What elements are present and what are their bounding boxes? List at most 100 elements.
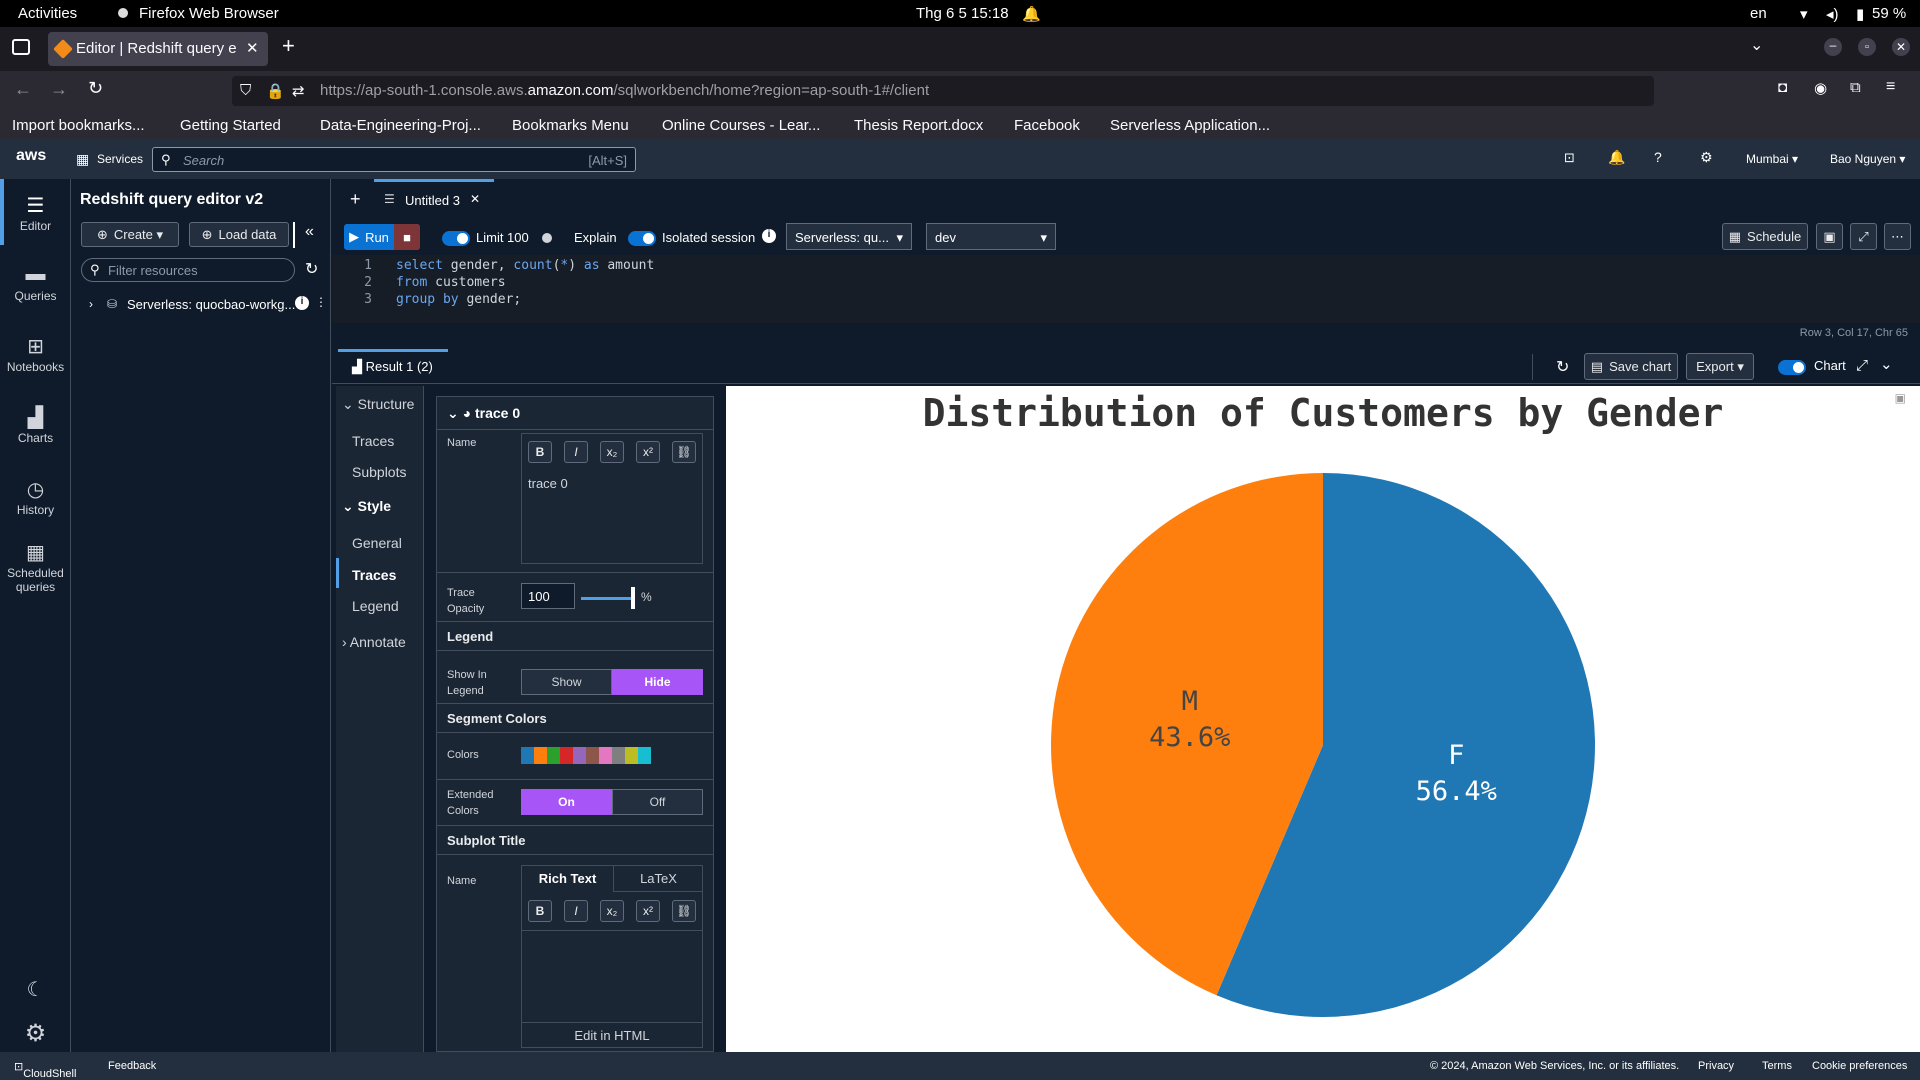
minimize-icon[interactable]: – <box>1824 38 1842 56</box>
off-option[interactable]: Off <box>612 789 703 815</box>
settings-gear-icon[interactable]: ⚙ <box>0 1019 71 1048</box>
services-grid-icon[interactable]: ▦ <box>76 151 89 168</box>
color-swatches[interactable] <box>521 747 651 764</box>
battery-icon[interactable]: ▮ <box>1856 5 1864 23</box>
stop-icon[interactable]: ■ <box>394 224 420 250</box>
dark-mode-icon[interactable]: ☾ <box>0 977 71 1002</box>
trace-name-editor[interactable]: B I x₂ x² ⛓ trace 0 <box>521 433 703 564</box>
cookie-preferences-link[interactable]: Cookie preferences <box>1812 1060 1907 1072</box>
nav-general[interactable]: General <box>352 535 402 551</box>
list-tabs-icon[interactable]: ⌄ <box>1750 35 1763 55</box>
link-icon[interactable]: ⛓ <box>672 441 696 463</box>
subscript-button[interactable]: x₂ <box>600 900 624 922</box>
nav-subplots[interactable]: Subplots <box>352 464 406 480</box>
fullscreen-icon[interactable]: ⤢ <box>1850 223 1877 250</box>
opacity-input[interactable]: 100 <box>521 583 575 609</box>
style-section[interactable]: ⌄ Style <box>342 498 391 515</box>
show-option[interactable]: Show <box>521 669 612 695</box>
rail-scheduled-queries[interactable]: ▦ Scheduled queries <box>0 540 71 594</box>
isolated-session-toggle[interactable] <box>628 231 656 246</box>
volume-icon[interactable]: ◂) <box>1826 5 1839 23</box>
query-tab-untitled[interactable]: Untitled 3 <box>405 193 460 208</box>
explain-toggle[interactable] <box>542 233 552 243</box>
color-swatch[interactable] <box>625 747 638 764</box>
back-icon[interactable]: ← <box>14 79 32 100</box>
structure-section[interactable]: ⌄ Structure <box>342 396 414 413</box>
export-button[interactable]: Export ▾ <box>1686 353 1754 380</box>
rail-queries[interactable]: ▬ Queries <box>0 263 71 303</box>
color-swatch[interactable] <box>521 747 534 764</box>
close-tab-icon[interactable]: ✕ <box>246 39 259 57</box>
nav-structure-traces[interactable]: Traces <box>352 433 394 449</box>
clock[interactable]: Thg 6 5 15:18 <box>916 5 1009 22</box>
superscript-button[interactable]: x² <box>636 900 660 922</box>
account-icon[interactable]: ◉ <box>1814 79 1827 97</box>
app-name[interactable]: Firefox Web Browser <box>139 5 279 22</box>
aws-search-input[interactable]: ⚲ Search [Alt+S] <box>152 147 636 172</box>
tree-item-serverless[interactable]: Serverless: quocbao-workg... <box>127 297 295 312</box>
latex-tab[interactable]: LaTeX <box>613 866 703 892</box>
annotate-section[interactable]: › Annotate <box>342 634 406 650</box>
subplot-name-editor[interactable]: Rich Text LaTeX B I x₂ x² ⛓ Edit in HTML <box>521 865 703 1048</box>
color-swatch[interactable] <box>560 747 573 764</box>
limit-toggle[interactable] <box>442 231 470 246</box>
nav-legend[interactable]: Legend <box>352 598 399 614</box>
rail-editor[interactable]: ☰ Editor <box>0 193 71 233</box>
bold-button[interactable]: B <box>528 900 552 922</box>
info-icon[interactable]: i <box>762 229 776 243</box>
save-chart-button[interactable]: ▤ Save chart <box>1584 353 1678 380</box>
reload-icon[interactable]: ↻ <box>88 78 103 99</box>
shield-icon[interactable]: ⛉ <box>240 82 251 99</box>
services-menu[interactable]: Services <box>97 152 143 166</box>
pocket-icon[interactable]: ◘ <box>1778 79 1787 96</box>
activities-button[interactable]: Activities <box>18 5 77 22</box>
extended-colors-toggle[interactable]: On Off <box>521 789 703 815</box>
rail-charts[interactable]: ▟ Charts <box>0 405 71 445</box>
workgroup-select[interactable]: Serverless: qu... ▾ <box>786 223 912 250</box>
color-swatch[interactable] <box>586 747 599 764</box>
menu-icon[interactable]: ≡ <box>1886 78 1895 96</box>
bookmark-serverless[interactable]: Serverless Application... <box>1110 117 1270 134</box>
chart-toggle[interactable] <box>1778 360 1806 375</box>
bookmark-data-engineering[interactable]: Data-Engineering-Proj... <box>320 117 481 134</box>
trace-header[interactable]: ⌄ ◕ trace 0 <box>447 405 520 422</box>
refresh-icon[interactable]: ↻ <box>305 259 318 279</box>
color-swatch[interactable] <box>638 747 651 764</box>
schedule-button[interactable]: ▦ Schedule <box>1722 223 1808 250</box>
superscript-button[interactable]: x² <box>636 441 660 463</box>
forward-icon[interactable]: → <box>50 79 68 100</box>
language-indicator[interactable]: en <box>1750 5 1767 22</box>
subscript-button[interactable]: x₂ <box>600 441 624 463</box>
rail-history[interactable]: ◷ History <box>0 477 71 517</box>
settings-icon[interactable]: ⚙ <box>1700 149 1713 166</box>
more-icon[interactable]: ⋯ <box>1884 223 1911 250</box>
show-in-legend-toggle[interactable]: Show Hide <box>521 669 703 695</box>
italic-button[interactable]: I <box>564 900 588 922</box>
url-bar[interactable]: ⛉ 🔒 ⇄ https://ap-south-1.console.aws.ama… <box>232 76 1654 106</box>
italic-button[interactable]: I <box>564 441 588 463</box>
opacity-slider-handle[interactable] <box>631 587 635 609</box>
color-swatch[interactable] <box>573 747 586 764</box>
run-button[interactable]: ▶ Run ■ <box>344 224 420 250</box>
bold-button[interactable]: B <box>528 441 552 463</box>
new-query-tab-button[interactable]: + <box>350 189 361 210</box>
color-swatch[interactable] <box>547 747 560 764</box>
terms-link[interactable]: Terms <box>1762 1060 1792 1072</box>
sql-code-editor[interactable]: 1 2 3 select gender, count(*) as amount … <box>332 255 1920 323</box>
color-swatch[interactable] <box>534 747 547 764</box>
load-data-button[interactable]: ⊕ Load data <box>189 222 289 247</box>
wifi-icon[interactable]: ▾ <box>1800 5 1808 23</box>
cloudshell-link[interactable]: ⊡ CloudShell <box>14 1060 76 1080</box>
bookmark-import[interactable]: Import bookmarks... <box>12 117 145 134</box>
bookmark-online-courses[interactable]: Online Courses - Lear... <box>662 117 820 134</box>
color-swatch[interactable] <box>599 747 612 764</box>
info-icon[interactable]: i <box>295 296 309 310</box>
bookmark-thesis[interactable]: Thesis Report.docx <box>854 117 983 134</box>
feedback-link[interactable]: Feedback <box>108 1060 156 1072</box>
region-selector[interactable]: Mumbai ▾ <box>1746 152 1798 166</box>
help-icon[interactable]: ? <box>1654 149 1662 165</box>
edit-in-html-button[interactable]: Edit in HTML <box>522 1028 702 1043</box>
hide-option[interactable]: Hide <box>612 669 703 695</box>
rich-text-tab[interactable]: Rich Text <box>522 866 613 892</box>
tab-overview-icon[interactable] <box>12 39 30 55</box>
